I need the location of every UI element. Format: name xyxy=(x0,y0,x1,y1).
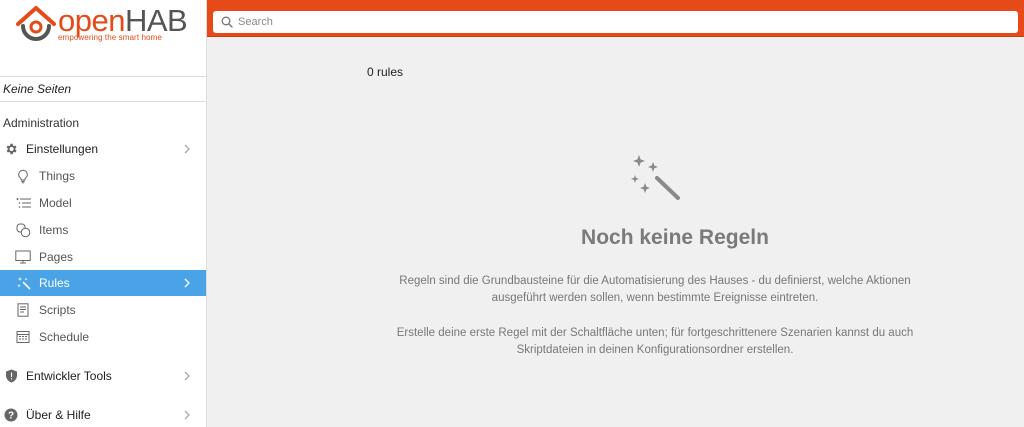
sidebar-item-model[interactable]: Model xyxy=(0,190,206,216)
rule-count: 0 rules xyxy=(367,65,404,79)
sidebar-item-label: Entwickler Tools xyxy=(26,369,112,383)
sidebar-item-schedule[interactable]: Schedule xyxy=(0,324,206,350)
document-icon xyxy=(15,302,31,318)
sidebar-item-einstellungen[interactable]: Einstellungen xyxy=(0,136,206,162)
sidebar-item-pages[interactable]: Pages xyxy=(0,244,206,270)
lightbulb-icon xyxy=(15,168,31,184)
search-bar[interactable] xyxy=(213,11,1018,33)
sidebar-item-rules[interactable]: Rules xyxy=(0,270,206,296)
empty-state-line: Erstelle deine erste Regel mit der Schal… xyxy=(396,327,914,339)
calendar-icon xyxy=(15,329,31,345)
help-icon: ? xyxy=(3,407,19,423)
sidebar-item-ueber-hilfe[interactable]: ? Über & Hilfe xyxy=(0,402,206,427)
sidebar-item-label: Scripts xyxy=(39,303,76,317)
search-input[interactable] xyxy=(238,13,998,31)
shield-icon xyxy=(3,368,19,384)
monitor-icon xyxy=(15,249,31,265)
sidebar-item-items[interactable]: Items xyxy=(0,217,206,243)
sidebar-item-label: Einstellungen xyxy=(26,142,99,156)
magic-wand-icon xyxy=(15,275,31,291)
empty-state-line: Skriptdateien in deinen Konfigurationsor… xyxy=(516,344,794,356)
sidebar-item-entwickler-tools[interactable]: Entwickler Tools xyxy=(0,363,206,389)
sidebar-item-label: Items xyxy=(39,223,69,237)
no-pages-label: Keine Seiten xyxy=(0,76,206,102)
top-navbar xyxy=(207,0,1024,37)
magic-wand-icon xyxy=(631,155,680,200)
administration-heading: Administration xyxy=(3,116,80,130)
svg-text:?: ? xyxy=(8,411,14,422)
sidebar: openHAB empowering the smart home Keine … xyxy=(0,0,207,427)
sidebar-item-label: Über & Hilfe xyxy=(26,408,91,422)
sidebar-item-label: Pages xyxy=(39,250,74,264)
sidebar-item-things[interactable]: Things xyxy=(0,163,206,189)
empty-state-text-2: Erstelle deine erste Regel mit der Schal… xyxy=(380,325,930,359)
empty-state-text-1: Regeln sind die Grundbausteine für die A… xyxy=(380,273,930,307)
chevron-right-icon xyxy=(184,371,190,381)
empty-state-title: Noch keine Regeln xyxy=(581,226,769,249)
gear-icon xyxy=(3,141,19,157)
chevron-right-icon xyxy=(184,410,190,420)
empty-state-line: ausgeführt werden sollen, wenn bestimmte… xyxy=(491,292,819,304)
logo-tagline: empowering the smart home xyxy=(58,33,162,42)
search-icon xyxy=(221,16,233,28)
house-logo-icon xyxy=(16,6,56,41)
sidebar-item-label: Things xyxy=(39,169,76,183)
chevron-right-icon xyxy=(184,144,190,154)
sidebar-item-label: Schedule xyxy=(39,330,90,344)
openhab-logo[interactable]: openHAB empowering the smart home xyxy=(14,4,194,42)
chevron-right-icon xyxy=(184,278,190,288)
sidebar-item-label: Model xyxy=(39,196,72,210)
sidebar-item-scripts[interactable]: Scripts xyxy=(0,297,206,323)
items-icon xyxy=(15,222,31,238)
sidebar-item-label: Rules xyxy=(39,276,70,290)
list-tree-icon xyxy=(15,195,31,211)
empty-state-line: Regeln sind die Grundbausteine für die A… xyxy=(399,275,911,287)
